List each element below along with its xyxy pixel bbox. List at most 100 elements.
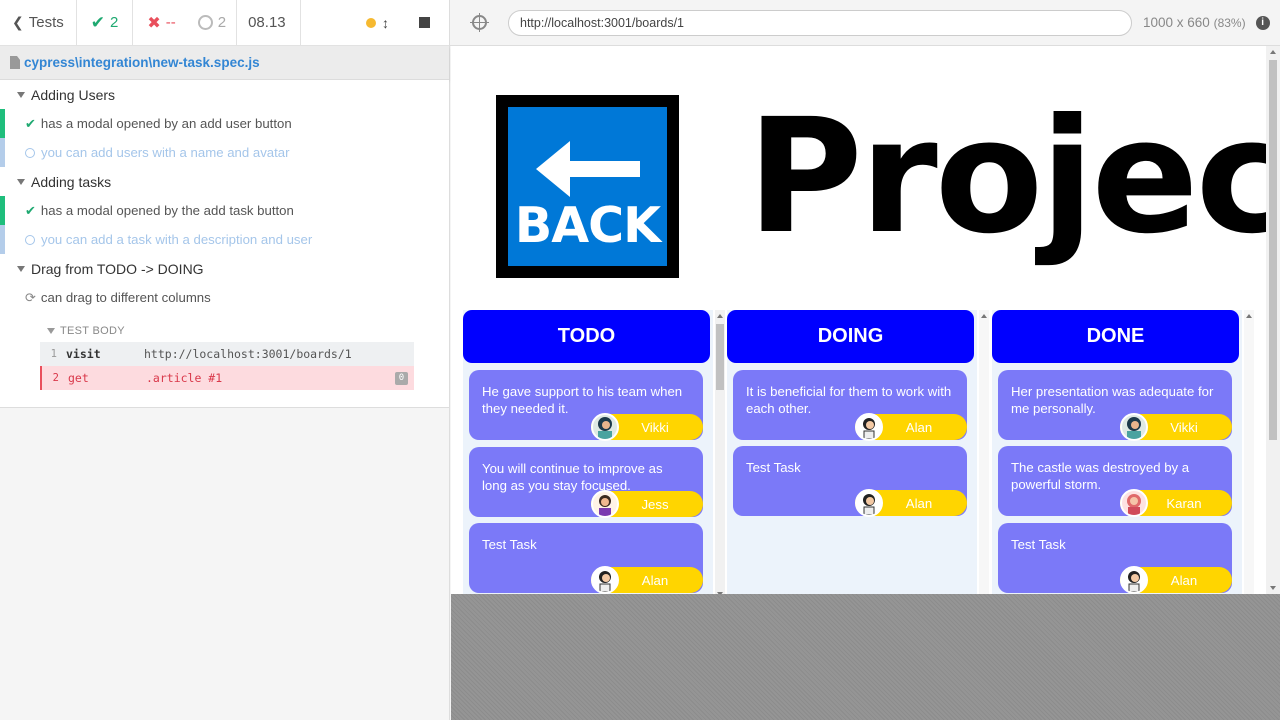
avatar-icon bbox=[598, 417, 612, 439]
avatar-icon bbox=[1127, 494, 1141, 515]
avatar bbox=[855, 413, 883, 441]
column-scrollbar[interactable] bbox=[1244, 310, 1254, 594]
assignee-name: Jess bbox=[641, 496, 669, 512]
assignee-name: Alan bbox=[641, 572, 669, 588]
column-scrollbar[interactable] bbox=[715, 310, 725, 594]
suite-row[interactable]: Adding tasks bbox=[0, 167, 449, 196]
task-text: Her presentation was adequate for me per… bbox=[1011, 384, 1214, 416]
column-header: DOING bbox=[727, 310, 974, 363]
avatar bbox=[855, 489, 883, 517]
suite-title: Adding Users bbox=[31, 86, 116, 103]
avatar bbox=[591, 413, 619, 441]
pending-count: 2 bbox=[217, 14, 227, 31]
test-reporter: ❮ Tests ✔ 2 ✖ -- 2 08.13 ↕ cypress\integ… bbox=[0, 0, 450, 720]
assignee-pill: Vikki bbox=[591, 413, 703, 441]
assignee-name: Alan bbox=[905, 419, 933, 435]
avatar bbox=[591, 566, 619, 594]
task-text: You will continue to improve as long as … bbox=[482, 461, 663, 493]
test-row[interactable]: you can add a task with a description an… bbox=[0, 225, 449, 254]
avatar bbox=[1120, 489, 1148, 517]
task-card[interactable]: Test Task Alan bbox=[469, 523, 703, 594]
test-row[interactable]: ✔ has a modal opened by an add user butt… bbox=[0, 109, 449, 138]
chevron-left-icon: ❮ bbox=[12, 14, 24, 30]
avatar-icon bbox=[863, 418, 875, 439]
page-scrollbar[interactable] bbox=[1266, 46, 1280, 594]
check-icon: ✔ bbox=[25, 115, 36, 131]
column-doing: DOING It is beneficial for them to work … bbox=[727, 310, 989, 594]
scrollbar-thumb[interactable] bbox=[1269, 60, 1277, 440]
test-title: can drag to different columns bbox=[40, 290, 211, 305]
element-count-badge: 0 bbox=[395, 371, 408, 385]
back-to-tests-button[interactable]: ❮ Tests bbox=[0, 0, 77, 45]
test-row-running[interactable]: ⟳ can drag to different columns bbox=[0, 283, 449, 312]
collapse-icon bbox=[47, 328, 55, 334]
task-text: He gave support to his team when they ne… bbox=[482, 384, 683, 416]
pending-icon bbox=[197, 15, 213, 30]
page-title: Project bbox=[747, 85, 1280, 269]
assignee-pill: Alan bbox=[1120, 566, 1232, 594]
task-card[interactable]: Her presentation was adequate for me per… bbox=[998, 370, 1232, 441]
task-card[interactable]: Test Task Alan bbox=[998, 523, 1232, 594]
test-row[interactable]: ✔ has a modal opened by the add task but… bbox=[0, 196, 449, 225]
test-body: TEST BODY 1 visit http://localhost:3001/… bbox=[40, 320, 414, 390]
avatar-icon bbox=[1128, 571, 1140, 592]
task-card[interactable]: You will continue to improve as long as … bbox=[469, 447, 703, 518]
selector-playground-icon[interactable] bbox=[470, 13, 489, 32]
file-icon bbox=[10, 56, 20, 69]
avatar-icon bbox=[599, 571, 611, 592]
scroll-up-icon[interactable] bbox=[717, 314, 723, 318]
viewport-backdrop bbox=[451, 594, 1280, 720]
info-icon[interactable]: i bbox=[1255, 15, 1270, 30]
command-row[interactable]: 1 visit http://localhost:3001/boards/1 bbox=[40, 342, 414, 366]
collapse-icon bbox=[17, 91, 25, 98]
command-number: 2 bbox=[52, 372, 59, 384]
pending-stat: 2 bbox=[190, 0, 238, 45]
assignee-name: Karan bbox=[1166, 495, 1202, 511]
task-card[interactable]: The castle was destroyed by a powerful s… bbox=[998, 446, 1232, 517]
scroll-up-icon[interactable] bbox=[1246, 314, 1252, 318]
assignee-pill: Jess bbox=[591, 490, 703, 518]
back-label: BACK bbox=[514, 197, 661, 254]
column-scrollbar[interactable] bbox=[979, 310, 989, 594]
command-row-error[interactable]: 2 get .article #1 0 bbox=[40, 366, 414, 390]
column-header: DONE bbox=[992, 310, 1239, 363]
stop-icon[interactable] bbox=[419, 17, 430, 28]
task-card[interactable]: Test Task Alan bbox=[733, 446, 967, 517]
check-icon: ✔ bbox=[25, 202, 36, 218]
suite-title: Adding tasks bbox=[31, 173, 112, 190]
controls: ↕ bbox=[301, 0, 449, 45]
back-button[interactable]: BACK bbox=[496, 95, 679, 278]
assignee-pill: Karan bbox=[1120, 489, 1232, 517]
suite-row[interactable]: Adding Users bbox=[0, 80, 449, 109]
url-bar[interactable]: http://localhost:3001/boards/1 bbox=[508, 9, 1132, 36]
suite-title: Drag from TODO -> DOING bbox=[31, 260, 204, 277]
test-body-header[interactable]: TEST BODY bbox=[40, 320, 414, 342]
auto-scroll-toggle-icon[interactable]: ↕ bbox=[382, 15, 389, 31]
status-dot-icon bbox=[366, 17, 376, 28]
scroll-down-icon[interactable] bbox=[1270, 586, 1276, 590]
x-icon: ✖ bbox=[147, 14, 161, 32]
collapse-icon bbox=[17, 265, 25, 272]
pending-icon bbox=[25, 234, 35, 245]
spec-bar: cypress\integration\new-task.spec.js bbox=[0, 46, 449, 80]
task-text: Test Task bbox=[482, 537, 537, 552]
task-text: It is beneficial for them to work with e… bbox=[746, 384, 952, 416]
command-name: visit bbox=[66, 347, 101, 361]
scrollbar-thumb[interactable] bbox=[716, 324, 724, 390]
command-name: get bbox=[68, 371, 89, 385]
suite-row[interactable]: Drag from TODO -> DOING bbox=[0, 254, 449, 283]
assignee-name: Vikki bbox=[641, 419, 669, 435]
assignee-name: Vikki bbox=[1170, 419, 1198, 435]
column-done: DONE Her presentation was adequate for m… bbox=[992, 310, 1254, 594]
avatar bbox=[1120, 566, 1148, 594]
back-button-face: BACK bbox=[508, 107, 667, 266]
test-row[interactable]: you can add users with a name and avatar bbox=[0, 138, 449, 167]
tests-label: Tests bbox=[28, 14, 64, 31]
test-title: you can add users with a name and avatar bbox=[41, 145, 290, 160]
scroll-up-icon[interactable] bbox=[1270, 50, 1276, 54]
spec-path-link[interactable]: cypress\integration\new-task.spec.js bbox=[24, 55, 260, 70]
task-card[interactable]: He gave support to his team when they ne… bbox=[469, 370, 703, 441]
scroll-up-icon[interactable] bbox=[981, 314, 987, 318]
collapse-icon bbox=[17, 178, 25, 185]
task-card[interactable]: It is beneficial for them to work with e… bbox=[733, 370, 967, 441]
